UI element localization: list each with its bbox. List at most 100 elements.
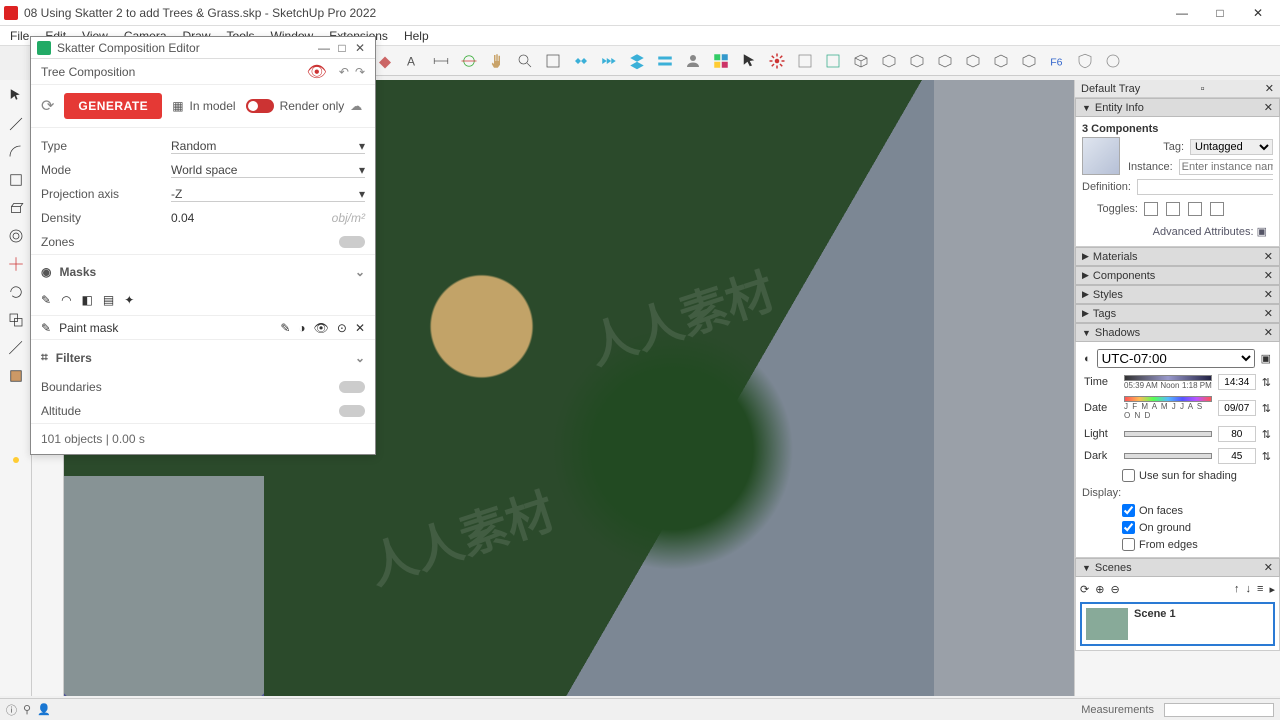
styles-header[interactable]: Styles — [1093, 289, 1123, 301]
extension3-icon[interactable] — [626, 50, 648, 72]
entity-info-header[interactable]: Entity Info — [1095, 102, 1144, 114]
on-faces-checkbox[interactable] — [1122, 504, 1135, 517]
cube6-icon[interactable] — [990, 50, 1012, 72]
line-icon[interactable] — [4, 112, 28, 136]
components-header[interactable]: Components — [1093, 270, 1155, 282]
scenes-header[interactable]: Scenes — [1095, 562, 1132, 574]
light-slider[interactable] — [1124, 431, 1212, 437]
extension1-icon[interactable] — [570, 50, 592, 72]
mask-tool-4-icon[interactable]: ▤ — [103, 293, 114, 307]
cube7-icon[interactable] — [1018, 50, 1040, 72]
skatter-maximize[interactable]: □ — [333, 41, 351, 55]
light-input[interactable] — [1218, 426, 1256, 442]
paint-erase-icon[interactable]: ◑ — [298, 321, 305, 335]
zoom-extents-icon[interactable] — [542, 50, 564, 72]
date-stepper[interactable]: ⇅ — [1262, 402, 1271, 415]
proj-select[interactable]: -Z▾ — [171, 187, 365, 202]
light-stepper[interactable]: ⇅ — [1262, 428, 1271, 441]
dark-stepper[interactable]: ⇅ — [1262, 450, 1271, 463]
mask-tool-5-icon[interactable]: ✦ — [124, 293, 134, 307]
timezone-select[interactable]: UTC-07:00 — [1097, 349, 1255, 368]
cube3-icon[interactable] — [906, 50, 928, 72]
shadows-toggle-icon[interactable]: ◐ — [1084, 353, 1091, 365]
section-icon[interactable] — [4, 364, 28, 388]
time-input[interactable] — [1218, 374, 1256, 390]
use-sun-checkbox[interactable] — [1122, 469, 1135, 482]
minimize-button[interactable]: — — [1164, 2, 1200, 24]
dark-input[interactable] — [1218, 448, 1256, 464]
tray-pin-icon[interactable]: ▫ — [1201, 83, 1205, 95]
skatter-header[interactable]: Skatter Composition Editor — □ ✕ — [31, 37, 375, 59]
maximize-button[interactable]: □ — [1202, 2, 1238, 24]
tray-close-icon[interactable]: ✕ — [1265, 82, 1274, 95]
paint-delete-icon[interactable]: ✕ — [355, 321, 365, 335]
scene-remove-icon[interactable]: ⊖ — [1110, 583, 1119, 596]
extension4-icon[interactable] — [654, 50, 676, 72]
offset-icon[interactable] — [4, 224, 28, 248]
person-icon[interactable]: 👤 — [37, 703, 51, 716]
scene-list[interactable]: Scene 1 — [1080, 602, 1275, 646]
pushpull-icon[interactable] — [4, 196, 28, 220]
paint-view-icon[interactable]: 👁 — [314, 321, 329, 335]
scene-list-icon[interactable]: ≡ — [1257, 583, 1263, 596]
toggle-visible-icon[interactable] — [1144, 202, 1158, 216]
paint-bucket-icon[interactable] — [374, 50, 396, 72]
orbit-icon[interactable] — [458, 50, 480, 72]
cube4-icon[interactable] — [934, 50, 956, 72]
toggle-recv-icon[interactable] — [1210, 202, 1224, 216]
date-slider[interactable] — [1124, 396, 1212, 402]
cursor-icon[interactable] — [738, 50, 760, 72]
on-ground-checkbox[interactable] — [1122, 521, 1135, 534]
tool-c-icon[interactable] — [4, 392, 28, 416]
geo-icon[interactable]: ⚲ — [23, 703, 31, 716]
type-select[interactable]: Random▾ — [171, 139, 365, 154]
adv-attr-icon[interactable]: ▣ — [1257, 226, 1267, 238]
help-icon[interactable]: ⓘ — [6, 702, 17, 718]
paint-mask-label[interactable]: Paint mask — [59, 321, 118, 335]
scene-update-icon[interactable]: ⟳ — [1080, 583, 1089, 596]
shadow-opt-icon[interactable]: ▣ — [1261, 352, 1271, 365]
tags-header[interactable]: Tags — [1093, 308, 1116, 320]
select-icon[interactable] — [4, 84, 28, 108]
shield-icon[interactable] — [1074, 50, 1096, 72]
profile-icon[interactable] — [682, 50, 704, 72]
globe-icon[interactable] — [1102, 50, 1124, 72]
scene-add-icon[interactable]: ⊕ — [1095, 583, 1104, 596]
rotate-icon[interactable] — [4, 280, 28, 304]
time-slider[interactable] — [1124, 375, 1212, 381]
date-input[interactable] — [1218, 400, 1256, 416]
move-icon[interactable] — [4, 252, 28, 276]
tool-b-icon[interactable] — [822, 50, 844, 72]
chevron-down-icon[interactable]: ⌄ — [355, 265, 365, 279]
pan-icon[interactable] — [486, 50, 508, 72]
density-input[interactable]: 0.04 — [171, 211, 332, 225]
fx-icon[interactable]: F6 — [1046, 50, 1068, 72]
zoom-icon[interactable] — [514, 50, 536, 72]
scene-menu-icon[interactable]: ▸ — [1269, 583, 1275, 596]
sun-icon[interactable] — [4, 448, 28, 472]
shadows-header[interactable]: Shadows — [1095, 327, 1140, 339]
expand-icon[interactable]: ▼ — [1082, 103, 1091, 113]
text-icon[interactable]: A — [402, 50, 424, 72]
toggle-shadow-icon[interactable] — [1188, 202, 1202, 216]
tool-f-icon[interactable] — [4, 504, 28, 528]
tool-d-icon[interactable] — [4, 420, 28, 444]
mode-select[interactable]: World space▾ — [171, 163, 365, 178]
materials-header[interactable]: Materials — [1093, 251, 1138, 263]
redo-icon[interactable]: ↷ — [355, 65, 365, 79]
mask-tool-1-icon[interactable]: ✎ — [41, 293, 51, 307]
masks-header[interactable]: Masks — [59, 265, 96, 279]
tool-k-icon[interactable] — [4, 644, 28, 668]
mask-tool-2-icon[interactable]: ◠ — [61, 293, 71, 307]
filters-header[interactable]: Filters — [56, 351, 92, 365]
tool-v-icon[interactable] — [36, 476, 60, 500]
tool-e-icon[interactable] — [4, 476, 28, 500]
paint-settings-icon[interactable]: ⊙ — [337, 321, 347, 335]
close-button[interactable]: ✕ — [1240, 2, 1276, 24]
mask-tool-3-icon[interactable]: ◧ — [82, 293, 93, 307]
dimension-icon[interactable] — [430, 50, 452, 72]
time-stepper[interactable]: ⇅ — [1262, 376, 1271, 389]
tape-icon[interactable] — [4, 336, 28, 360]
skatter-close[interactable]: ✕ — [351, 41, 369, 55]
render-only-toggle[interactable] — [246, 99, 274, 113]
